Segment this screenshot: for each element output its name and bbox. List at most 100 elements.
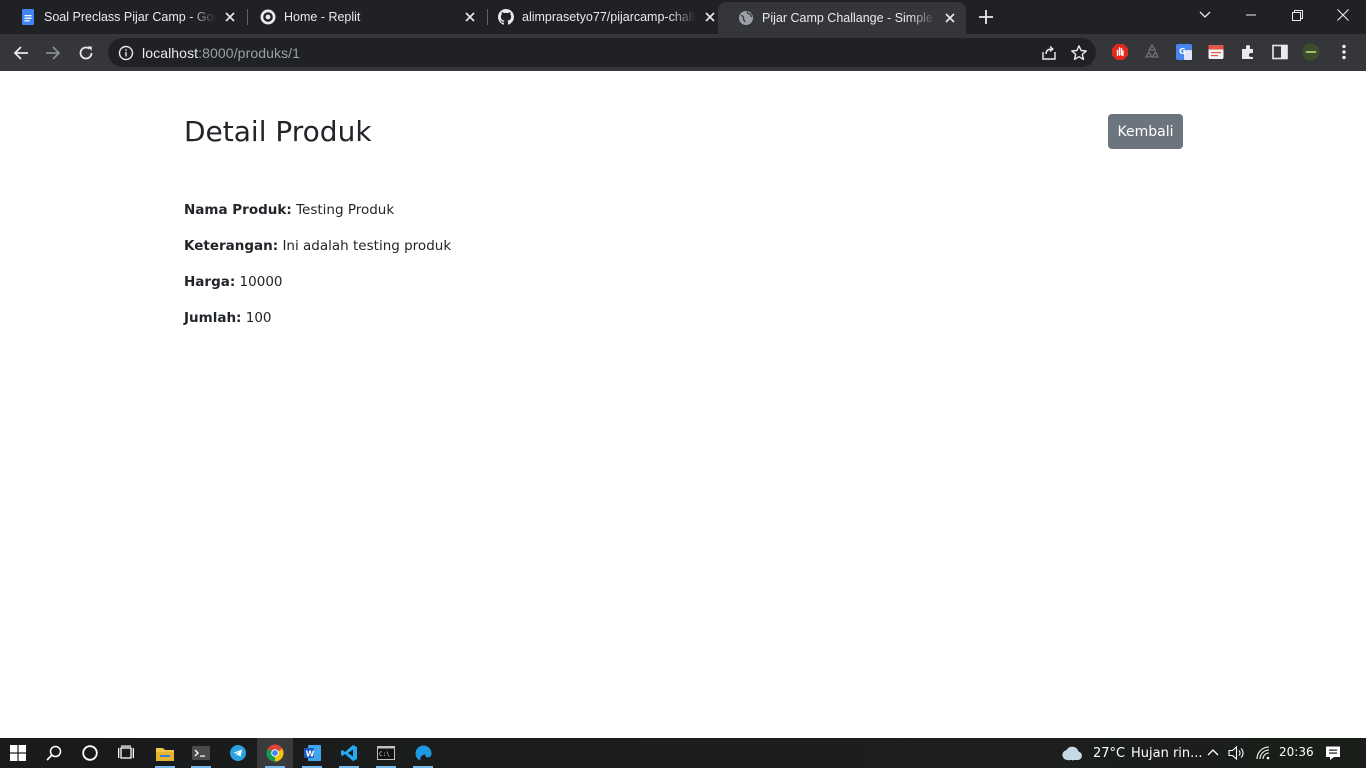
close-tab-icon[interactable] xyxy=(942,10,958,26)
address-bar[interactable]: localhost:8000/produks/1 xyxy=(108,38,1096,67)
minimize-icon xyxy=(1246,14,1256,16)
field-value: Ini adalah testing produk xyxy=(282,238,452,254)
weather-temperature[interactable]: 27°C xyxy=(1093,746,1125,761)
field-value: 10000 xyxy=(239,274,283,290)
taskbar-word[interactable]: W xyxy=(294,738,330,768)
close-tab-icon[interactable] xyxy=(702,9,718,25)
share-icon[interactable] xyxy=(1040,44,1058,62)
field-value: 100 xyxy=(245,310,272,326)
close-tab-icon[interactable] xyxy=(222,9,238,25)
weather-description[interactable]: Hujan rin... xyxy=(1131,746,1203,761)
restore-icon xyxy=(1291,9,1303,21)
info-icon[interactable] xyxy=(118,45,134,61)
arrow-right-icon xyxy=(46,46,61,60)
taskbar-telegram[interactable] xyxy=(220,738,256,768)
field-label: Jumlah: xyxy=(184,310,242,326)
vscode-icon xyxy=(341,745,357,761)
close-window-button[interactable] xyxy=(1320,0,1366,30)
kebab-menu-icon xyxy=(1342,44,1346,60)
forward-nav-button[interactable] xyxy=(40,40,66,66)
page-title: Detail Produk xyxy=(184,115,372,148)
tab-title: Soal Preclass Pijar Camp - Google Docs xyxy=(44,10,216,24)
back-nav-button[interactable] xyxy=(8,40,34,66)
tab-github[interactable]: alimprasetyo77/pijarcamp-challange xyxy=(478,0,726,34)
side-panel-icon[interactable] xyxy=(1271,43,1289,61)
github-icon xyxy=(498,9,514,25)
taskbar-command-prompt[interactable]: C:\ xyxy=(368,738,404,768)
reload-button[interactable] xyxy=(73,40,99,66)
network-icon[interactable] xyxy=(1255,745,1271,761)
taskbar-vscode[interactable] xyxy=(331,738,367,768)
start-button[interactable] xyxy=(0,738,36,768)
task-view-icon xyxy=(118,745,134,759)
task-view-button[interactable] xyxy=(108,738,144,768)
field-nama-produk: Nama Produk: Testing Produk xyxy=(184,202,394,218)
tab-replit[interactable]: Home - Replit xyxy=(240,0,486,34)
reload-icon xyxy=(79,46,93,60)
taskbar-chrome[interactable] xyxy=(257,738,293,768)
page-content: Detail Produk Kembali Nama Produk: Testi… xyxy=(0,71,1366,738)
windows-taskbar: W C:\ 27°C Hujan rin... 20:36 xyxy=(0,738,1366,768)
google-translate-extension-icon[interactable]: G xyxy=(1175,43,1193,61)
field-harga: Harga: 10000 xyxy=(184,274,283,290)
taskbar-terminal[interactable] xyxy=(183,738,219,768)
tray-chevron-up-icon[interactable] xyxy=(1207,748,1219,756)
tab-title: Home - Replit xyxy=(284,10,361,24)
close-tab-icon[interactable] xyxy=(462,9,478,25)
terminal-icon xyxy=(192,746,210,760)
browser-tab-strip: Soal Preclass Pijar Camp - Google Docs H… xyxy=(0,0,1366,34)
tab-google-docs[interactable]: Soal Preclass Pijar Camp - Google Docs xyxy=(0,0,246,34)
globe-icon xyxy=(738,10,754,26)
telegram-icon xyxy=(230,745,246,761)
extensions-puzzle-icon[interactable] xyxy=(1239,43,1257,61)
close-icon xyxy=(1337,9,1349,21)
svg-text:W: W xyxy=(305,749,314,758)
word-icon: W xyxy=(303,745,321,761)
adblock-extension-icon[interactable] xyxy=(1111,43,1129,61)
blue-app-icon xyxy=(415,745,431,760)
search-button[interactable] xyxy=(36,738,72,768)
chrome-menu-button[interactable] xyxy=(1335,43,1353,61)
field-label: Nama Produk: xyxy=(184,202,292,218)
tab-title: alimprasetyo77/pijarcamp-challange xyxy=(522,10,696,24)
tab-pijar-camp-active[interactable]: Pijar Camp Challange - Simple Crud xyxy=(718,2,966,34)
minimize-button[interactable] xyxy=(1228,0,1274,30)
google-docs-icon xyxy=(20,9,36,25)
calendar-extension-icon[interactable] xyxy=(1207,43,1225,61)
svg-text:C:\: C:\ xyxy=(379,751,390,758)
taskbar-edge-app[interactable] xyxy=(405,738,441,768)
url-path: :8000/produks/1 xyxy=(198,45,301,61)
bookmark-star-icon[interactable] xyxy=(1070,44,1088,62)
arrow-left-icon xyxy=(13,46,28,60)
search-icon xyxy=(46,745,62,761)
weather-cloud-icon[interactable] xyxy=(1061,744,1083,761)
browser-toolbar: localhost:8000/produks/1 G xyxy=(0,34,1366,71)
windows-logo-icon xyxy=(10,745,26,761)
chevron-down-icon xyxy=(1199,11,1211,18)
tab-title: Pijar Camp Challange - Simple Crud xyxy=(762,11,936,25)
profile-avatar[interactable] xyxy=(1302,43,1320,61)
cortana-circle-icon xyxy=(82,745,98,761)
restore-button[interactable] xyxy=(1274,0,1320,30)
taskbar-file-explorer[interactable] xyxy=(147,738,183,768)
notification-icon[interactable] xyxy=(1325,745,1341,761)
command-prompt-icon: C:\ xyxy=(377,746,395,760)
svg-text:G: G xyxy=(1179,47,1186,56)
volume-icon[interactable] xyxy=(1228,745,1246,761)
new-tab-button[interactable] xyxy=(976,7,996,27)
replit-icon xyxy=(260,9,276,25)
url-host: localhost xyxy=(142,45,199,61)
field-value: Testing Produk xyxy=(296,202,395,218)
field-jumlah: Jumlah: 100 xyxy=(184,310,272,326)
kembali-button[interactable]: Kembali xyxy=(1108,114,1183,149)
field-label: Keterangan: xyxy=(184,238,279,254)
recycle-extension-icon[interactable] xyxy=(1143,43,1161,61)
url-text: localhost:8000/produks/1 xyxy=(142,45,300,61)
field-label: Harga: xyxy=(184,274,236,290)
plus-icon xyxy=(979,10,993,24)
field-keterangan: Keterangan: Ini adalah testing produk xyxy=(184,238,451,254)
clock-time[interactable]: 20:36 xyxy=(1279,745,1314,759)
cortana-button[interactable] xyxy=(72,738,108,768)
folder-icon xyxy=(156,747,174,761)
tab-search-button[interactable] xyxy=(1182,0,1228,30)
